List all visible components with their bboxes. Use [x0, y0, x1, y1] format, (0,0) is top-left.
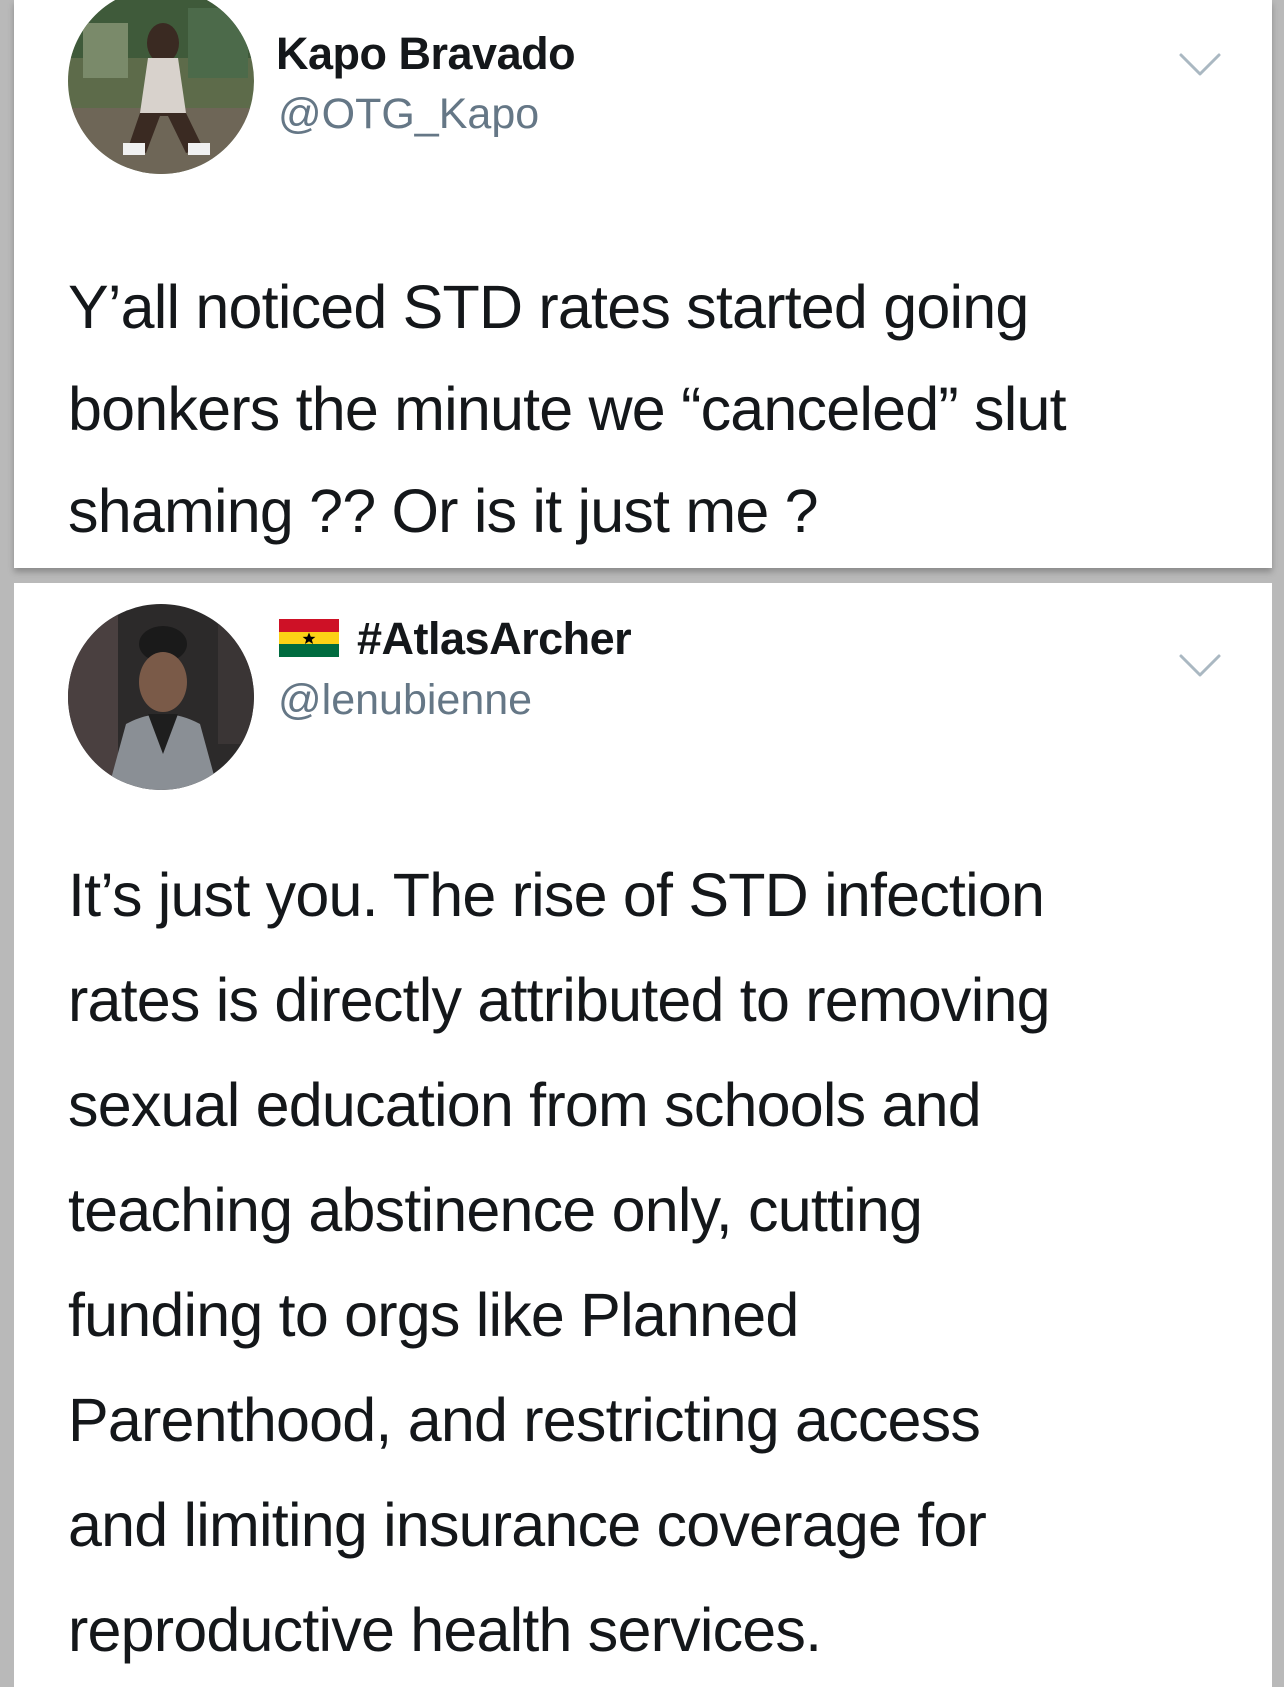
avatar[interactable] [68, 604, 254, 790]
user-handle[interactable]: @OTG_Kapo [278, 90, 539, 139]
tweet-text-line: reproductive health services. [68, 1596, 822, 1664]
tweet-card[interactable]: Kapo Bravado @OTG_Kapo Y’all noticed STD… [14, 0, 1272, 568]
display-name-text: #AtlasArcher [357, 613, 632, 664]
display-name[interactable]: Kapo Bravado [276, 28, 576, 80]
tweet-card[interactable]: #AtlasArcher @lenubienne It’s just you. … [14, 583, 1272, 1687]
tweet-text-line: sexual education from schools and [68, 1071, 982, 1139]
avatar-photo [68, 0, 254, 174]
tweet-text: It’s just you. The rise of STD infection… [68, 843, 1248, 1683]
avatar[interactable] [68, 0, 254, 174]
chevron-down-icon[interactable] [1178, 52, 1222, 78]
tweet-text: Y’all noticed STD rates started going bo… [68, 256, 1248, 562]
tweet-text-line: funding to orgs like Planned [68, 1281, 799, 1349]
tweet-text-line: teaching abstinence only, cutting [68, 1176, 923, 1244]
display-name[interactable]: #AtlasArcher [279, 613, 632, 665]
display-name-text: Kapo Bravado [276, 28, 576, 79]
tweet-text-line: rates is directly attributed to removing [68, 966, 1051, 1034]
tweet-text-line: shaming ?? Or is it just me ? [68, 477, 819, 545]
avatar-photo [68, 604, 254, 790]
tweet-text-line: Y’all noticed STD rates started going [68, 273, 1029, 341]
chevron-down-icon[interactable] [1178, 653, 1222, 679]
tweet-text-line: Parenthood, and restricting access [68, 1386, 981, 1454]
ghana-flag-icon [279, 619, 339, 658]
user-handle[interactable]: @lenubienne [278, 676, 532, 725]
tweet-text-line: It’s just you. The rise of STD infection [68, 861, 1045, 929]
tweet-text-line: bonkers the minute we “canceled” slut [68, 375, 1067, 443]
tweet-text-line: and limiting insurance coverage for [68, 1491, 987, 1559]
